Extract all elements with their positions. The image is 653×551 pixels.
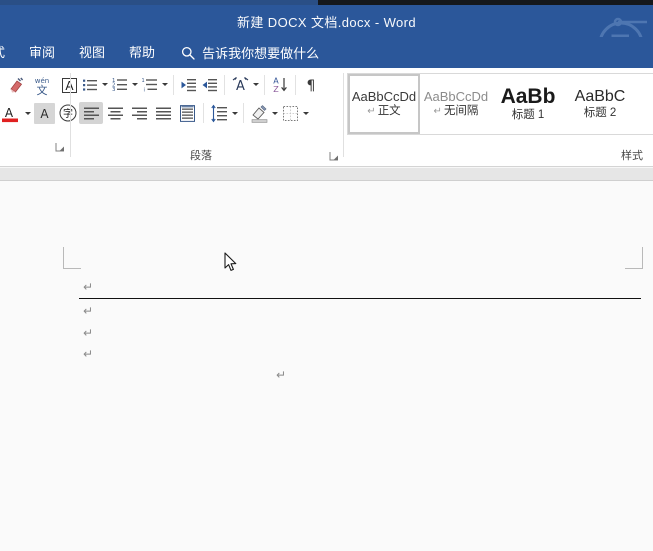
svg-text:A: A [40, 107, 49, 121]
tab-review[interactable]: 审阅 [17, 37, 67, 68]
font-group-row-1: wén 文 A [4, 74, 80, 96]
paragraph-mark: ↵ [83, 304, 94, 318]
phonetic-guide-icon[interactable]: wén 文 [30, 74, 54, 96]
document-page[interactable]: ↵ ↵ ↵ ↵ ↵ [0, 181, 653, 551]
shading-icon[interactable] [248, 102, 270, 124]
tab-help[interactable]: 帮助 [117, 37, 167, 68]
style-preview-heading-2: AaBbC [574, 87, 626, 105]
font-group-row-2: A A 字 [0, 102, 79, 124]
show-formatting-marks-icon[interactable]: ¶ [300, 74, 321, 95]
styles-group-label: 样式 [621, 150, 643, 162]
sort-az-icon[interactable]: A Z [269, 74, 291, 95]
style-label-heading-2: 标题 2 [583, 106, 617, 119]
bullet-list-caret[interactable] [100, 76, 109, 94]
paragraph-separator-d [295, 74, 296, 95]
paragraph-mark: ↵ [83, 326, 94, 340]
paragraph-group-label: 段落 [190, 150, 212, 162]
justify-icon[interactable] [151, 102, 175, 124]
svg-text:¶: ¶ [306, 78, 315, 94]
text-effects-icon[interactable]: A [34, 102, 55, 124]
ribbon-tab-bar: 式 审阅 视图 帮助 告诉我你想要做什么 [0, 37, 653, 68]
font-dialog-launcher[interactable] [55, 142, 66, 153]
margin-marker-top-right [625, 247, 643, 269]
tell-me-search[interactable]: 告诉我你想要做什么 [181, 43, 319, 62]
paragraph-group-row-2 [79, 102, 310, 124]
borders-caret[interactable] [301, 104, 310, 122]
clear-formatting-icon[interactable] [4, 74, 26, 96]
word-window: 新建 DOCX 文档.docx - Word 式 审阅 视图 帮助 告诉我你想要… [0, 0, 653, 551]
align-left-icon[interactable] [79, 102, 103, 124]
styles-gallery[interactable]: AaBbCcDd ↵ 正文 AaBbCcDd ↵ 无间隔 AaBb 标题 1 AaB… [347, 73, 653, 135]
style-item-next-clipped[interactable]: A [636, 74, 653, 134]
svg-text:i: i [143, 87, 144, 93]
align-center-icon[interactable] [103, 102, 127, 124]
paragraph-separator-e [203, 103, 204, 123]
numbered-list-caret[interactable] [130, 76, 139, 94]
paragraph-separator-f [243, 103, 244, 123]
tab-view[interactable]: 视图 [67, 37, 117, 68]
paragraph-mark: ↵ [276, 368, 287, 382]
style-label-no-spacing: ↵ 无间隔 [433, 105, 479, 118]
svg-text:1: 1 [141, 78, 144, 84]
document-canvas[interactable]: ↵ ↵ ↵ ↵ ↵ [0, 181, 653, 551]
line-spacing-caret[interactable] [230, 104, 239, 122]
ribbon-group-paragraph: 1 2 3 1 i A A Z ¶ 段落 [71, 68, 343, 167]
svg-text:文: 文 [37, 83, 48, 96]
multilevel-list-icon[interactable]: 1 i [139, 74, 160, 95]
line-spacing-icon[interactable] [208, 102, 230, 124]
asian-layout-caret[interactable] [251, 76, 260, 94]
paragraph-separator-a [173, 74, 174, 95]
align-right-icon[interactable] [127, 102, 151, 124]
search-icon [181, 46, 195, 60]
text-highlight-color-caret[interactable] [23, 104, 32, 122]
text-highlight-color-icon[interactable]: A [0, 102, 21, 124]
style-label-heading-1: 标题 1 [511, 109, 545, 122]
svg-text:3: 3 [112, 87, 115, 93]
svg-text:A: A [236, 79, 245, 94]
distribute-icon[interactable] [175, 102, 199, 124]
paragraph-mark: ↵ [83, 280, 94, 294]
mouse-cursor [224, 252, 238, 273]
title-bar: 新建 DOCX 文档.docx - Word [0, 5, 653, 37]
style-item-heading-2[interactable]: AaBbC 标题 2 [564, 74, 636, 134]
decrease-indent-icon[interactable] [178, 74, 199, 95]
sort-paragraph-icon[interactable]: A [229, 74, 251, 95]
style-preview-no-spacing: AaBbCcDd [423, 89, 489, 105]
bullet-list-icon[interactable] [79, 74, 100, 95]
numbered-list-icon[interactable]: 1 2 3 [109, 74, 130, 95]
tell-me-label: 告诉我你想要做什么 [202, 46, 320, 61]
tab-styles-clipped[interactable]: 式 [0, 37, 17, 68]
ruler-band [0, 168, 653, 181]
paragraph-separator-c [264, 74, 265, 95]
paragraph-mark: ↵ [83, 347, 94, 361]
borders-icon[interactable] [279, 102, 301, 124]
style-preview-heading-1: AaBb [500, 85, 556, 109]
document-title: 新建 DOCX 文档.docx - Word [236, 14, 417, 30]
increase-indent-icon[interactable] [199, 74, 220, 95]
style-item-normal[interactable]: AaBbCcDd ↵ 正文 [348, 74, 420, 134]
paragraph-dialog-launcher[interactable] [329, 151, 340, 162]
ribbon-group-font: wén 文 A A A 字 [0, 68, 77, 167]
style-label-normal: ↵ 正文 [367, 105, 401, 118]
margin-marker-top-left [63, 247, 81, 269]
svg-text:Z: Z [273, 85, 279, 94]
horizontal-rule [79, 298, 641, 299]
paragraph-separator-b [224, 74, 225, 95]
shading-caret[interactable] [270, 104, 279, 122]
style-preview-normal: AaBbCcDd [351, 89, 417, 105]
style-item-no-spacing[interactable]: AaBbCcDd ↵ 无间隔 [420, 74, 492, 134]
paragraph-group-row-1: 1 2 3 1 i A A Z ¶ [79, 74, 321, 95]
style-item-heading-1[interactable]: AaBb 标题 1 [492, 74, 564, 134]
svg-text:A: A [5, 106, 14, 120]
multilevel-list-caret[interactable] [160, 76, 169, 94]
